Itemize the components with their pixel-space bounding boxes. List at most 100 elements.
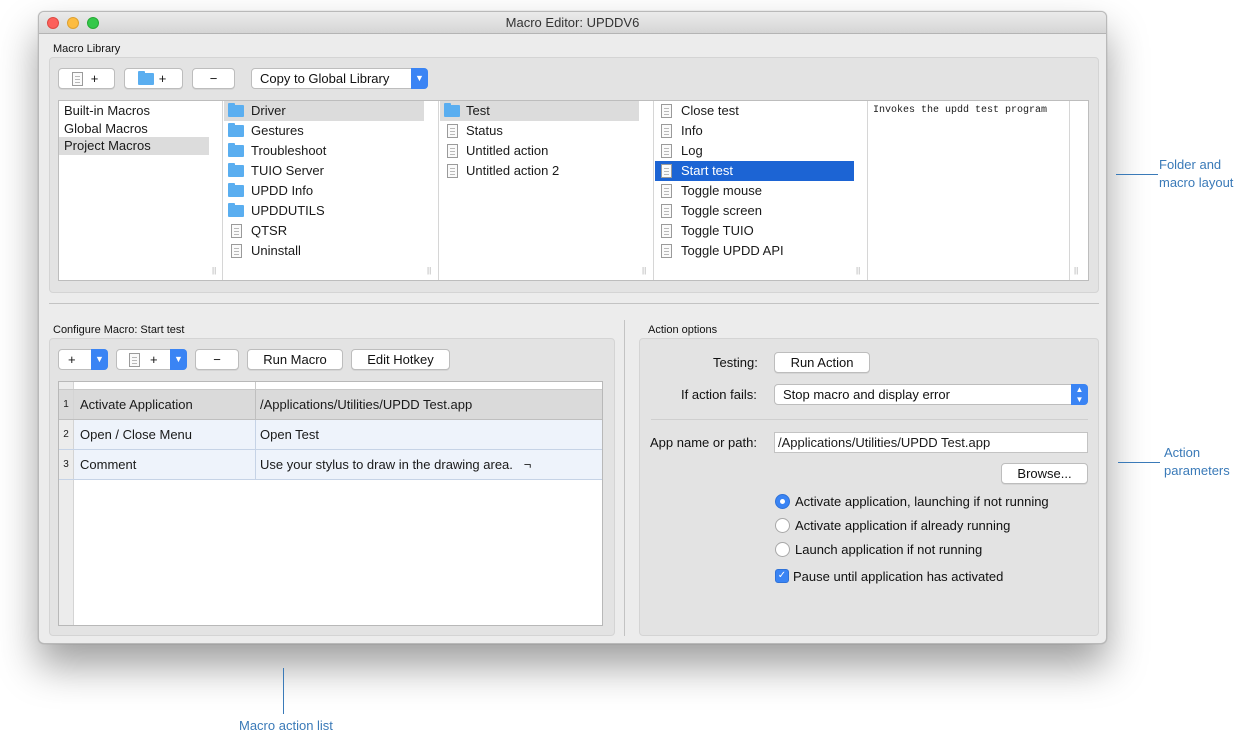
radio-launch-if-not-running[interactable]	[775, 542, 790, 557]
document-icon	[661, 104, 672, 118]
window-title: Macro Editor: UPDDV6	[505, 15, 640, 30]
macro-item[interactable]: Uninstall	[224, 241, 424, 261]
macro-description-text: Invokes the updd test program	[873, 105, 1048, 116]
macro-item[interactable]: Log	[655, 141, 854, 161]
title-bar: Macro Editor: UPDDV6	[39, 12, 1106, 34]
document-icon	[231, 224, 242, 238]
radio-activate-if-running-label: Activate application if already running	[795, 518, 1011, 533]
folder-icon	[228, 123, 244, 137]
table-row[interactable]: 2 Open / Close Menu Open Test	[59, 420, 602, 450]
folder-item-selected[interactable]: Driver	[224, 101, 424, 121]
column-resize-handle[interactable]: ||	[1074, 266, 1078, 275]
macro-item[interactable]: Close test	[655, 101, 854, 121]
table-row[interactable]: 1 Activate Application /Applications/Uti…	[59, 390, 602, 420]
copy-to-library-popup[interactable]: Copy to Global Library ▼	[251, 68, 428, 89]
document-icon	[129, 353, 140, 367]
close-window-icon[interactable]	[47, 17, 59, 29]
macro-item[interactable]: Untitled action	[440, 141, 639, 161]
macro-library-label: Macro Library	[53, 43, 121, 55]
column-resize-handle[interactable]: ||	[856, 266, 860, 275]
macro-item[interactable]: Toggle TUIO	[655, 221, 854, 241]
chevron-down-icon: ▼	[91, 349, 108, 370]
remove-action-button[interactable]: −	[195, 349, 239, 370]
folder-icon	[228, 103, 244, 117]
browse-button[interactable]: Browse...	[1001, 463, 1088, 484]
column-resize-handle[interactable]: ||	[427, 266, 431, 275]
folder-icon	[228, 163, 244, 177]
folder-item[interactable]: Gestures	[224, 121, 424, 141]
zoom-window-icon[interactable]	[87, 17, 99, 29]
annotation-line	[283, 668, 284, 714]
scope-item-selected[interactable]: Project Macros	[59, 137, 209, 155]
app-path-field[interactable]: /Applications/Utilities/UPDD Test.app	[774, 432, 1088, 453]
folder-icon	[138, 71, 154, 85]
macro-action-table: 1 Activate Application /Applications/Uti…	[58, 381, 603, 626]
macro-column: Close test Info Log Start test Toggle mo…	[655, 101, 868, 280]
radio-activate-if-running[interactable]	[775, 518, 790, 533]
macro-item[interactable]: QTSR	[224, 221, 424, 241]
macro-item[interactable]: Toggle mouse	[655, 181, 854, 201]
column-resize-handle[interactable]: ||	[642, 266, 646, 275]
folder-icon	[228, 203, 244, 217]
subfolder-item-selected[interactable]: Test	[440, 101, 639, 121]
horizontal-splitter[interactable]	[49, 303, 1099, 304]
minimize-window-icon[interactable]	[67, 17, 79, 29]
folder-column: Driver Gestures Troubleshoot TUIO Server…	[224, 101, 439, 280]
macro-item[interactable]: Toggle screen	[655, 201, 854, 221]
radio-launch-if-not-running-label: Launch application if not running	[795, 542, 983, 557]
if-action-fails-label: If action fails:	[681, 387, 757, 402]
annotation-folder-layout: Folder and macro layout	[1159, 157, 1234, 190]
folder-icon	[228, 183, 244, 197]
remove-library-item-button[interactable]: −	[192, 68, 235, 89]
folder-icon	[444, 103, 460, 117]
pause-until-activated-checkbox[interactable]: ✓	[775, 569, 789, 583]
column-resize-handle[interactable]: ||	[212, 266, 216, 275]
scope-column: Built-in Macros Global Macros Project Ma…	[59, 101, 223, 280]
run-action-button[interactable]: Run Action	[774, 352, 870, 373]
folder-item[interactable]: TUIO Server	[224, 161, 424, 181]
subfolder-column: Test Status Untitled action Untitled act…	[440, 101, 654, 280]
document-icon	[661, 244, 672, 258]
document-icon	[447, 144, 458, 158]
macro-item[interactable]: Untitled action 2	[440, 161, 639, 181]
testing-label: Testing:	[713, 355, 758, 370]
document-icon	[661, 144, 672, 158]
macro-editor-window: Macro Editor: UPDDV6 Macro Library + + −…	[38, 11, 1107, 644]
action-options-group	[639, 338, 1099, 636]
macro-description: Invokes the updd test program ||	[869, 101, 1078, 280]
action-options-label: Action options	[648, 324, 718, 336]
updown-chevron-icon: ▲ ▼	[1071, 384, 1088, 405]
scope-item[interactable]: Built-in Macros	[59, 101, 214, 121]
add-folder-button[interactable]: +	[124, 68, 183, 89]
document-icon	[447, 164, 458, 178]
table-row[interactable]: 3 Comment Use your stylus to draw in the…	[59, 450, 602, 480]
vertical-splitter[interactable]	[624, 320, 625, 636]
divider	[651, 419, 1088, 420]
document-icon	[661, 204, 672, 218]
edit-hotkey-button[interactable]: Edit Hotkey	[351, 349, 450, 370]
macro-item[interactable]: Info	[655, 121, 854, 141]
checkmark-icon: ✓	[777, 570, 787, 581]
folder-item[interactable]: UPDD Info	[224, 181, 424, 201]
if-action-fails-popup[interactable]: Stop macro and display error ▲ ▼	[774, 384, 1088, 405]
annotation-macro-action-list: Macro action list	[239, 718, 333, 733]
document-icon	[661, 124, 672, 138]
add-document-action-popup[interactable]: + ▼	[116, 349, 187, 370]
document-icon	[231, 244, 242, 258]
add-macro-button[interactable]: +	[58, 68, 115, 89]
configure-macro-label: Configure Macro: Start test	[53, 324, 185, 336]
annotation-action-parameters: Action parameters	[1164, 445, 1230, 478]
folder-item[interactable]: Troubleshoot	[224, 141, 424, 161]
document-icon	[72, 72, 83, 86]
macro-item[interactable]: Status	[440, 121, 639, 141]
document-icon	[661, 184, 672, 198]
folder-item[interactable]: UPDDUTILS	[224, 201, 424, 221]
macro-item-selected[interactable]: Start test	[655, 161, 854, 181]
radio-activate-launching[interactable]	[775, 494, 790, 509]
run-macro-button[interactable]: Run Macro	[247, 349, 343, 370]
scope-item[interactable]: Global Macros	[59, 119, 214, 139]
chevron-down-icon: ▼	[170, 349, 187, 370]
add-action-popup[interactable]: + ▼	[58, 349, 108, 370]
macro-item[interactable]: Toggle UPDD API	[655, 241, 854, 261]
annotation-line	[1118, 462, 1160, 463]
